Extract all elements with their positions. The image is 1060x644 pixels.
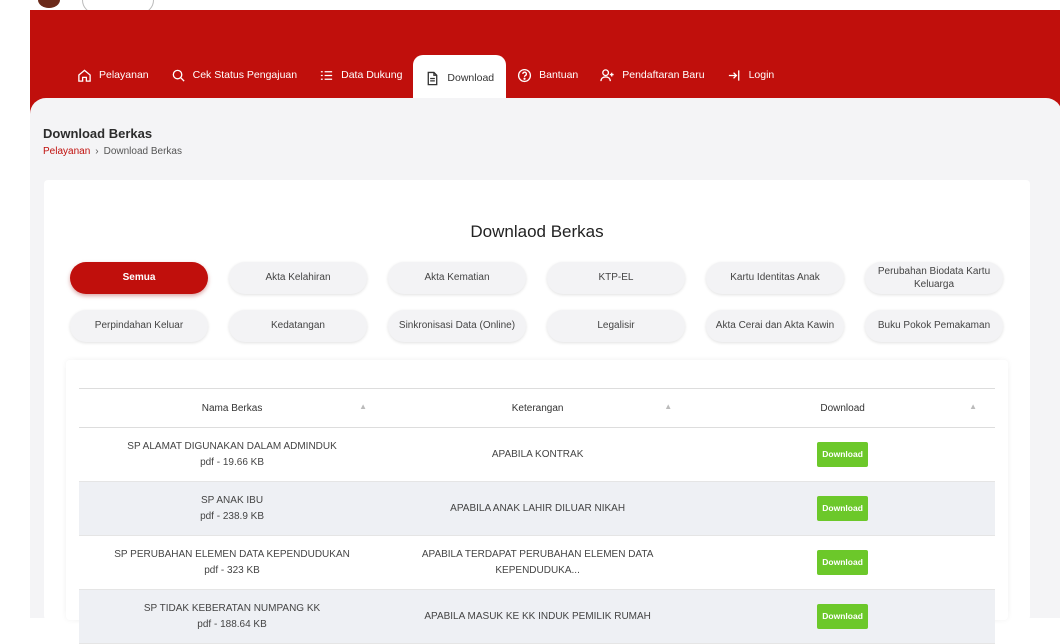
nav-item-download[interactable]: Download: [413, 55, 507, 101]
filter-akta-kematian[interactable]: Akta Kematian: [388, 262, 526, 294]
file-name-cell: SP PERUBAHAN ELEMEN DATA KEPENDUDUKAN pdf…: [79, 535, 386, 590]
description-cell: APABILA MASUK KE KK INDUK PEMILIK RUMAH: [385, 589, 691, 644]
logo-icon: [38, 0, 60, 8]
download-cell: Download: [690, 589, 995, 644]
main-nav: Pelayanan Cek Status Pengajuan Data Duku…: [66, 55, 786, 101]
file-name-cell: SP ALAMAT DIGUNAKAN DALAM ADMINDUK pdf - …: [79, 427, 386, 482]
sort-icon: ▲: [664, 402, 673, 411]
breadcrumb-link-pelayanan[interactable]: Pelayanan: [43, 146, 90, 157]
login-icon: [728, 69, 739, 81]
filter-akta-kelahiran[interactable]: Akta Kelahiran: [229, 262, 367, 294]
table-row: SP TIDAK KEBERATAN NUMPANG KK pdf - 188.6…: [79, 589, 995, 644]
nav-item-data-dukung[interactable]: Data Dukung: [308, 55, 413, 95]
file-name-cell: SP ANAK IBU pdf - 238.9 KB: [79, 481, 386, 536]
sort-icon: ▲: [359, 402, 368, 411]
download-button[interactable]: Download: [817, 441, 868, 468]
search-icon: [172, 69, 185, 82]
filter-perubahan-biodata-kk[interactable]: Perubahan Biodata Kartu Keluarga: [865, 262, 1003, 294]
breadcrumb-current: Download Berkas: [103, 146, 182, 157]
download-cell: Download: [690, 427, 995, 482]
download-table: Nama Berkas ▲ Keterangan ▲ Download ▲ SP AL…: [79, 388, 995, 644]
page-title: Download Berkas: [43, 126, 153, 141]
card-title: Downlaod Berkas: [470, 222, 604, 241]
top-header-strip: [0, 0, 1060, 14]
download-cell: Download: [690, 481, 995, 536]
description-cell: APABILA ANAK LAHIR DILUAR NIKAH: [385, 481, 691, 536]
filter-buku-pokok-pemakaman[interactable]: Buku Pokok Pemakaman: [865, 310, 1003, 342]
column-header-download[interactable]: Download ▲: [690, 389, 995, 428]
download-button[interactable]: Download: [817, 549, 868, 576]
nav-item-pelayanan[interactable]: Pelayanan: [66, 55, 160, 95]
download-cell: Download: [690, 535, 995, 590]
column-header-keterangan[interactable]: Keterangan ▲: [385, 389, 690, 428]
table-row: SP ANAK IBU pdf - 238.9 KB APABILA ANAK L…: [79, 481, 995, 536]
nav-item-login[interactable]: Login: [716, 55, 786, 95]
filter-kedatangan[interactable]: Kedatangan: [229, 310, 367, 342]
nav-item-pendaftaran-baru[interactable]: Pendaftaran Baru: [589, 55, 715, 95]
list-icon: [321, 70, 333, 80]
nav-item-bantuan[interactable]: Bantuan: [506, 55, 589, 95]
download-button[interactable]: Download: [817, 495, 868, 522]
table-header-row: Nama Berkas ▲ Keterangan ▲ Download ▲: [79, 388, 995, 428]
breadcrumb-separator: ›: [95, 146, 99, 157]
user-add-icon: [600, 68, 614, 81]
help-icon: [518, 68, 532, 82]
filter-sinkronisasi-data[interactable]: Sinkronisasi Data (Online): [388, 310, 526, 342]
sort-icon: ▲: [969, 402, 977, 411]
filter-semua[interactable]: Semua: [70, 262, 208, 294]
filter-kartu-identitas-anak[interactable]: Kartu Identitas Anak: [706, 262, 844, 294]
description-cell: APABILA TERDAPAT PERUBAHAN ELEMEN DATA K…: [385, 535, 691, 590]
home-icon: [78, 68, 91, 82]
table-row: SP PERUBAHAN ELEMEN DATA KEPENDUDUKAN pdf…: [79, 535, 995, 590]
breadcrumb: Pelayanan › Download Berkas: [43, 146, 182, 157]
download-button[interactable]: Download: [817, 603, 868, 630]
filter-ktp-el[interactable]: KTP-EL: [547, 262, 685, 294]
filter-perpindahan-keluar[interactable]: Perpindahan Keluar: [70, 310, 208, 342]
column-header-nama-berkas[interactable]: Nama Berkas ▲: [79, 389, 385, 428]
filter-akta-cerai-kawin[interactable]: Akta Cerai dan Akta Kawin: [706, 310, 844, 342]
filter-legalisir[interactable]: Legalisir: [547, 310, 685, 342]
nav-item-cek-status[interactable]: Cek Status Pengajuan: [160, 55, 309, 95]
document-icon: [428, 71, 438, 85]
description-cell: APABILA KONTRAK: [385, 427, 691, 482]
table-row: SP ALAMAT DIGUNAKAN DALAM ADMINDUK pdf - …: [79, 427, 995, 482]
file-name-cell: SP TIDAK KEBERATAN NUMPANG KK pdf - 188.6…: [79, 589, 386, 644]
